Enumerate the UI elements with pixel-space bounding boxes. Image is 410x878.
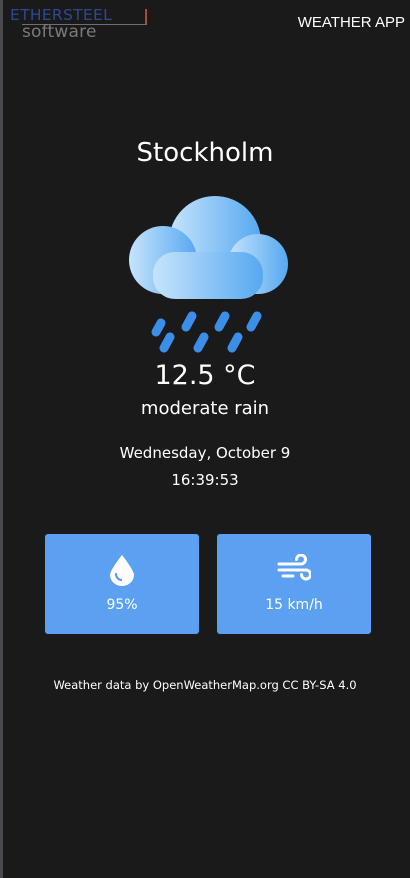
humidity-value: 95% <box>106 597 138 613</box>
window-edge <box>0 0 3 878</box>
city-name: Stockholm <box>136 138 274 168</box>
wind-value: 15 km/h <box>265 597 323 613</box>
water-drop-icon <box>45 554 199 586</box>
logo-bottom-text: software <box>22 22 97 42</box>
humidity-card: 95% <box>45 534 199 634</box>
current-time: 16:39:53 <box>171 471 239 489</box>
current-date: Wednesday, October 9 <box>119 444 291 462</box>
logo-accent-bar <box>145 9 147 25</box>
wind-card: 15 km/h <box>217 534 371 634</box>
wind-icon <box>217 554 371 586</box>
ethersteel-logo[interactable]: ETHERSTEEL software <box>10 6 148 42</box>
weather-description: moderate rain <box>140 398 270 419</box>
app-title: WEATHER APP <box>297 14 405 31</box>
temperature: 12.5 °C <box>154 360 256 391</box>
data-attribution[interactable]: Weather data by OpenWeatherMap.org CC BY… <box>0 678 410 692</box>
cloud-rain-icon <box>125 192 290 354</box>
